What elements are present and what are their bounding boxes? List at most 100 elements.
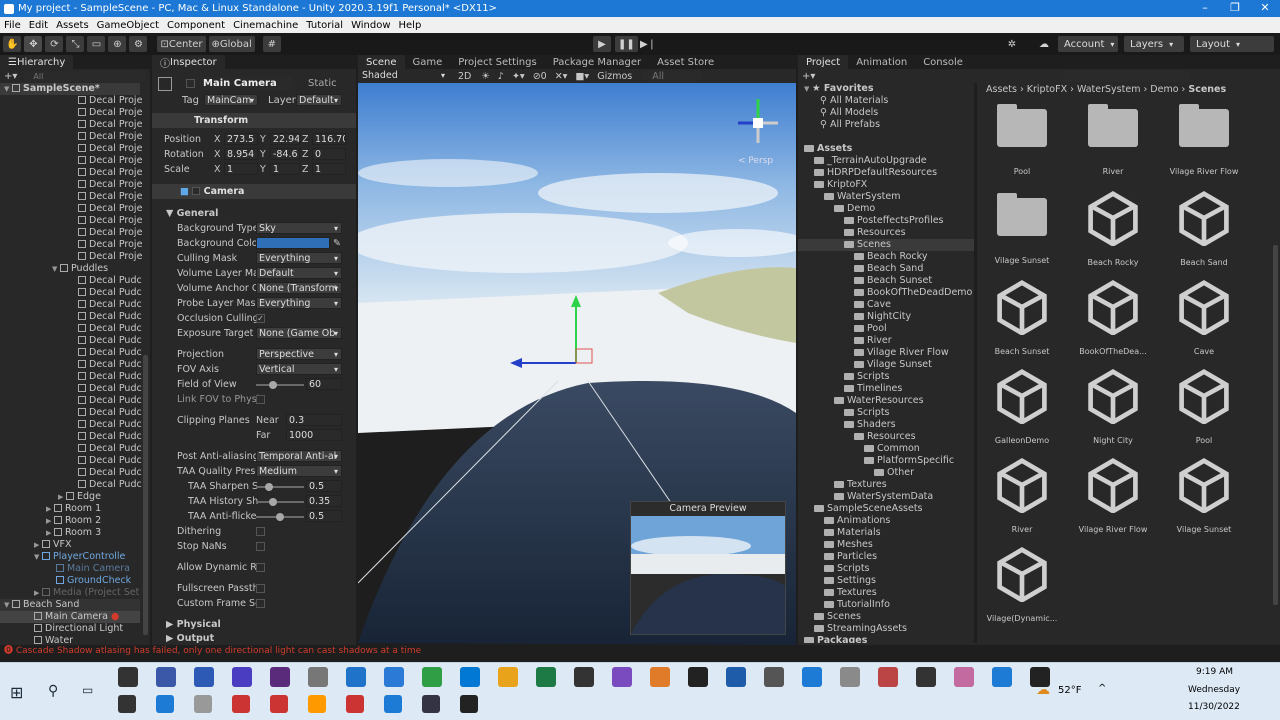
player-main-camera-row[interactable]: Main Camera bbox=[0, 563, 140, 575]
taskbar-app-icon[interactable] bbox=[878, 667, 898, 687]
taskbar-app-icon[interactable] bbox=[574, 667, 594, 687]
2d-toggle[interactable]: 2D bbox=[454, 71, 475, 82]
eyedropper-icon[interactable]: ✎ bbox=[333, 236, 341, 251]
console-status-bar[interactable]: ⓿ Cascade Shadow atlasing has failed, on… bbox=[0, 645, 1280, 662]
post-aa-dropdown[interactable]: Temporal Anti-al bbox=[256, 450, 342, 462]
maximize-button[interactable]: ❐ bbox=[1220, 0, 1250, 17]
folder-tree-item[interactable]: Other bbox=[798, 467, 974, 479]
taskbar-app-icon[interactable] bbox=[422, 667, 442, 687]
folder-tree-item[interactable]: Resources bbox=[798, 227, 974, 239]
audio-toggle-icon[interactable]: ♪ bbox=[498, 71, 504, 82]
folder-tree-item[interactable]: Demo bbox=[798, 203, 974, 215]
temperature-label[interactable]: 52°F bbox=[1058, 685, 1081, 696]
scale-tool-icon[interactable]: ⤡ bbox=[66, 36, 85, 52]
rotate-tool-icon[interactable]: ⟳ bbox=[45, 36, 64, 52]
folder-asset[interactable]: Vilage Sunset bbox=[982, 190, 1062, 265]
hierarchy-item[interactable]: Decal Pudc bbox=[0, 287, 142, 299]
hierarchy-item[interactable]: Decal Proje bbox=[0, 191, 142, 203]
folder-tree-item[interactable]: Pool bbox=[798, 323, 974, 335]
move-tool-icon[interactable]: ✥ bbox=[24, 36, 43, 52]
folder-tree-item[interactable]: Scripts bbox=[798, 407, 974, 419]
scene-asset[interactable]: Night City bbox=[1073, 368, 1153, 445]
beach-sand-scene-row[interactable]: ▼ Beach Sand bbox=[0, 599, 140, 611]
folder-tree-item[interactable]: KriptoFX bbox=[798, 179, 974, 191]
hierarchy-item[interactable]: Decal Pudc bbox=[0, 275, 142, 287]
taskbar-app-icon[interactable] bbox=[232, 667, 252, 687]
camera-settings-icon[interactable]: ■▾ bbox=[575, 71, 589, 82]
vfx-row[interactable]: ▶ VFX bbox=[0, 539, 140, 551]
scene-asset[interactable]: Cave bbox=[1164, 279, 1244, 356]
rect-tool-icon[interactable]: ▭ bbox=[87, 36, 106, 52]
scene-tab[interactable]: Package Manager bbox=[545, 55, 649, 69]
taskbar-app-icon[interactable] bbox=[726, 667, 746, 687]
perspective-label[interactable]: < Persp bbox=[738, 156, 773, 166]
breadcrumb-item[interactable]: WaterSystem bbox=[1077, 84, 1141, 95]
taa-history-field[interactable]: 0.35 bbox=[306, 495, 342, 507]
folder-tree-item[interactable]: Materials bbox=[798, 527, 974, 539]
taskbar-app-icon[interactable] bbox=[346, 695, 364, 713]
taa-sharpen-knob[interactable] bbox=[265, 483, 273, 491]
camera-enabled-checkbox[interactable] bbox=[192, 187, 201, 195]
taskbar-app-icon[interactable] bbox=[384, 695, 402, 713]
transform-header[interactable]: Transform bbox=[152, 113, 356, 128]
taskbar-app-icon[interactable] bbox=[384, 667, 404, 687]
taskbar-app-icon[interactable] bbox=[270, 667, 290, 687]
taskbar-app-icon[interactable] bbox=[156, 695, 174, 713]
folder-tree-item[interactable]: Meshes bbox=[798, 539, 974, 551]
folder-tree-item[interactable]: StreamingAssets bbox=[798, 623, 974, 635]
taskbar-app-icon[interactable] bbox=[498, 667, 518, 687]
scene-row[interactable]: ▼ SampleScene* bbox=[0, 83, 140, 95]
hierarchy-item[interactable]: Decal Proje bbox=[0, 251, 142, 263]
background-color-swatch[interactable] bbox=[256, 237, 330, 249]
scene-asset[interactable]: BookOfTheDea... bbox=[1073, 279, 1153, 356]
layout-dropdown[interactable]: Layout bbox=[1190, 36, 1274, 52]
projection-dropdown[interactable]: Perspective bbox=[256, 348, 342, 360]
taskbar-app-icon[interactable] bbox=[346, 667, 366, 687]
taa-quality-dropdown[interactable]: Medium bbox=[256, 465, 342, 477]
collab-icon[interactable]: ✲ bbox=[1003, 36, 1021, 52]
taskbar-app-icon[interactable] bbox=[232, 695, 250, 713]
menu-file[interactable]: File bbox=[0, 20, 25, 31]
static-toggle[interactable]: Static bbox=[308, 78, 337, 89]
taskbar-app-icon[interactable] bbox=[194, 695, 212, 713]
position-y-field[interactable]: 22.94 bbox=[270, 133, 300, 145]
hierarchy-item[interactable]: Decal Pudc bbox=[0, 467, 142, 479]
hierarchy-item[interactable]: Decal Proje bbox=[0, 143, 142, 155]
folder-tree-item[interactable]: SampleSceneAssets bbox=[798, 503, 974, 515]
project-tab[interactable]: Project bbox=[798, 55, 849, 69]
position-z-field[interactable]: 116.70 bbox=[312, 133, 346, 145]
taskbar-app-icon[interactable] bbox=[916, 667, 936, 687]
folder-tree-item[interactable]: Particles bbox=[798, 551, 974, 563]
menu-assets[interactable]: Assets bbox=[52, 20, 93, 31]
scene-tools-icon[interactable]: ✕▾ bbox=[555, 71, 568, 82]
general-section[interactable]: ▼ General bbox=[152, 206, 218, 221]
active-checkbox[interactable] bbox=[186, 79, 195, 88]
gizmos-dropdown[interactable]: Gizmos bbox=[597, 71, 632, 82]
folder-tree-item[interactable]: PlatformSpecific bbox=[798, 455, 974, 467]
scene-asset[interactable]: GalleonDemo bbox=[982, 368, 1062, 445]
hierarchy-search-input[interactable]: All bbox=[23, 70, 146, 82]
taa-flicker-field[interactable]: 0.5 bbox=[306, 510, 342, 522]
far-field[interactable]: 1000 bbox=[286, 429, 342, 441]
hierarchy-item[interactable]: Decal Proje bbox=[0, 179, 142, 191]
chevron-up-icon[interactable]: ^ bbox=[1098, 683, 1106, 694]
media-row[interactable]: ▶ Media (Project Set bbox=[0, 587, 140, 599]
taa-sharpen-field[interactable]: 0.5 bbox=[306, 480, 342, 492]
shading-mode-dropdown[interactable]: Shaded bbox=[360, 70, 448, 82]
property-dropdown[interactable]: None (Game Ob bbox=[256, 327, 342, 339]
hierarchy-item[interactable]: Decal Proje bbox=[0, 203, 142, 215]
property-dropdown[interactable]: Everything bbox=[256, 252, 342, 264]
taa-flicker-knob[interactable] bbox=[276, 513, 284, 521]
breadcrumb-item[interactable]: Assets bbox=[986, 84, 1017, 95]
fov-slider-knob[interactable] bbox=[269, 381, 277, 389]
favorite-item[interactable]: ⚲ All Prefabs bbox=[798, 119, 974, 131]
layers-dropdown[interactable]: Layers bbox=[1124, 36, 1184, 52]
cloud-icon[interactable]: ☁ bbox=[1035, 36, 1053, 52]
hierarchy-item[interactable]: Decal Pudc bbox=[0, 359, 142, 371]
hierarchy-item[interactable]: Decal Proje bbox=[0, 155, 142, 167]
folder-tree-item[interactable]: Settings bbox=[798, 575, 974, 587]
taskbar-app-icon[interactable] bbox=[270, 695, 288, 713]
room-row[interactable]: ▶ Room 2 bbox=[0, 515, 140, 527]
clock-day[interactable]: Wednesday bbox=[1188, 685, 1240, 695]
hierarchy-item[interactable]: Decal Pudc bbox=[0, 407, 142, 419]
